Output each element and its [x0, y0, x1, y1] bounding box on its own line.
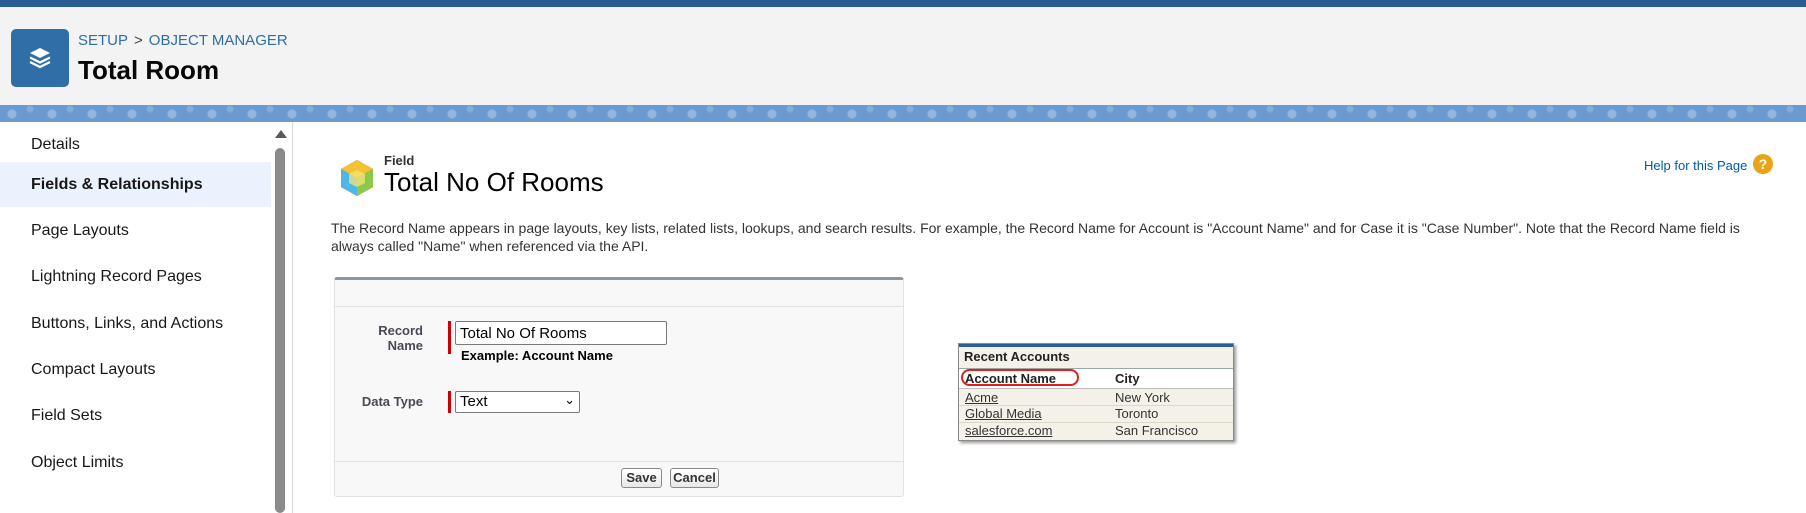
data-type-selected-value: Text [460, 393, 488, 410]
form-footer-divider [335, 461, 903, 462]
preview-top-bar [959, 344, 1233, 347]
chevron-down-icon: ⌄ [564, 392, 575, 407]
recent-accounts-example-image: Recent Accounts Account Name City Acme N… [958, 343, 1234, 441]
required-indicator [448, 391, 451, 413]
data-type-label: Data Type [361, 394, 423, 409]
record-name-label: Record Name [378, 323, 423, 353]
preview-account-cell: Acme [965, 390, 999, 405]
main-content: Field Total No Of Rooms Help for this Pa… [293, 122, 1806, 513]
field-title: Total No Of Rooms [384, 167, 604, 197]
decorative-banner [0, 105, 1806, 122]
record-name-input[interactable] [455, 321, 667, 345]
preview-account-cell: Global Media [965, 406, 1042, 421]
breadcrumb-setup[interactable]: SETUP [78, 32, 128, 49]
help-question-icon[interactable]: ? [1753, 154, 1773, 174]
preview-title: Recent Accounts [964, 349, 1070, 364]
sidebar-item-compact-layouts[interactable]: Compact Layouts [0, 347, 271, 392]
stack-layers-icon [11, 29, 69, 87]
breadcrumb-separator: > [134, 32, 143, 49]
required-indicator [448, 321, 451, 354]
top-brand-bar [0, 0, 1806, 7]
help-link[interactable]: Help for this Page [1644, 158, 1747, 173]
preview-header-city: City [1115, 371, 1140, 386]
field-cube-icon [337, 158, 377, 198]
sidebar-item-details[interactable]: Details [0, 122, 271, 167]
page-header: SETUP > OBJECT MANAGER Total Room [0, 7, 1806, 105]
cancel-button[interactable]: Cancel [670, 468, 719, 488]
sidebar-item-page-layouts[interactable]: Page Layouts [0, 208, 271, 253]
data-type-select[interactable]: Text ⌄ [455, 391, 580, 413]
sidebar: Details Fields & Relationships Page Layo… [0, 122, 272, 513]
sidebar-item-object-limits[interactable]: Object Limits [0, 440, 271, 485]
example-text: Example: Account Name [461, 348, 613, 363]
scrollbar-thumb[interactable] [275, 148, 285, 513]
scroll-up-arrow-icon[interactable] [275, 130, 287, 138]
page-title: Total Room [78, 55, 220, 85]
sidebar-item-field-sets[interactable]: Field Sets [0, 393, 271, 438]
save-button[interactable]: Save [621, 468, 662, 488]
breadcrumb-object-manager[interactable]: OBJECT MANAGER [149, 32, 288, 49]
sidebar-item-buttons-links-actions[interactable]: Buttons, Links, and Actions [0, 301, 271, 346]
preview-city-cell: New York [1115, 390, 1170, 405]
preview-header-account-name: Account Name [965, 371, 1057, 386]
record-name-form: Record Name Example: Account Name Data T… [334, 277, 904, 497]
field-label: Field [384, 153, 415, 168]
sidebar-item-fields-relationships[interactable]: Fields & Relationships [0, 162, 271, 207]
record-name-description: The Record Name appears in page layouts,… [331, 220, 1740, 254]
form-header [335, 280, 903, 307]
preview-city-cell: Toronto [1115, 406, 1159, 421]
preview-account-cell: salesforce.com [965, 423, 1053, 438]
preview-city-cell: San Francisco [1115, 423, 1199, 438]
sidebar-item-lightning-record-pages[interactable]: Lightning Record Pages [0, 254, 271, 299]
breadcrumb: SETUP > OBJECT MANAGER [78, 32, 288, 49]
sidebar-scrollbar[interactable] [273, 128, 287, 513]
